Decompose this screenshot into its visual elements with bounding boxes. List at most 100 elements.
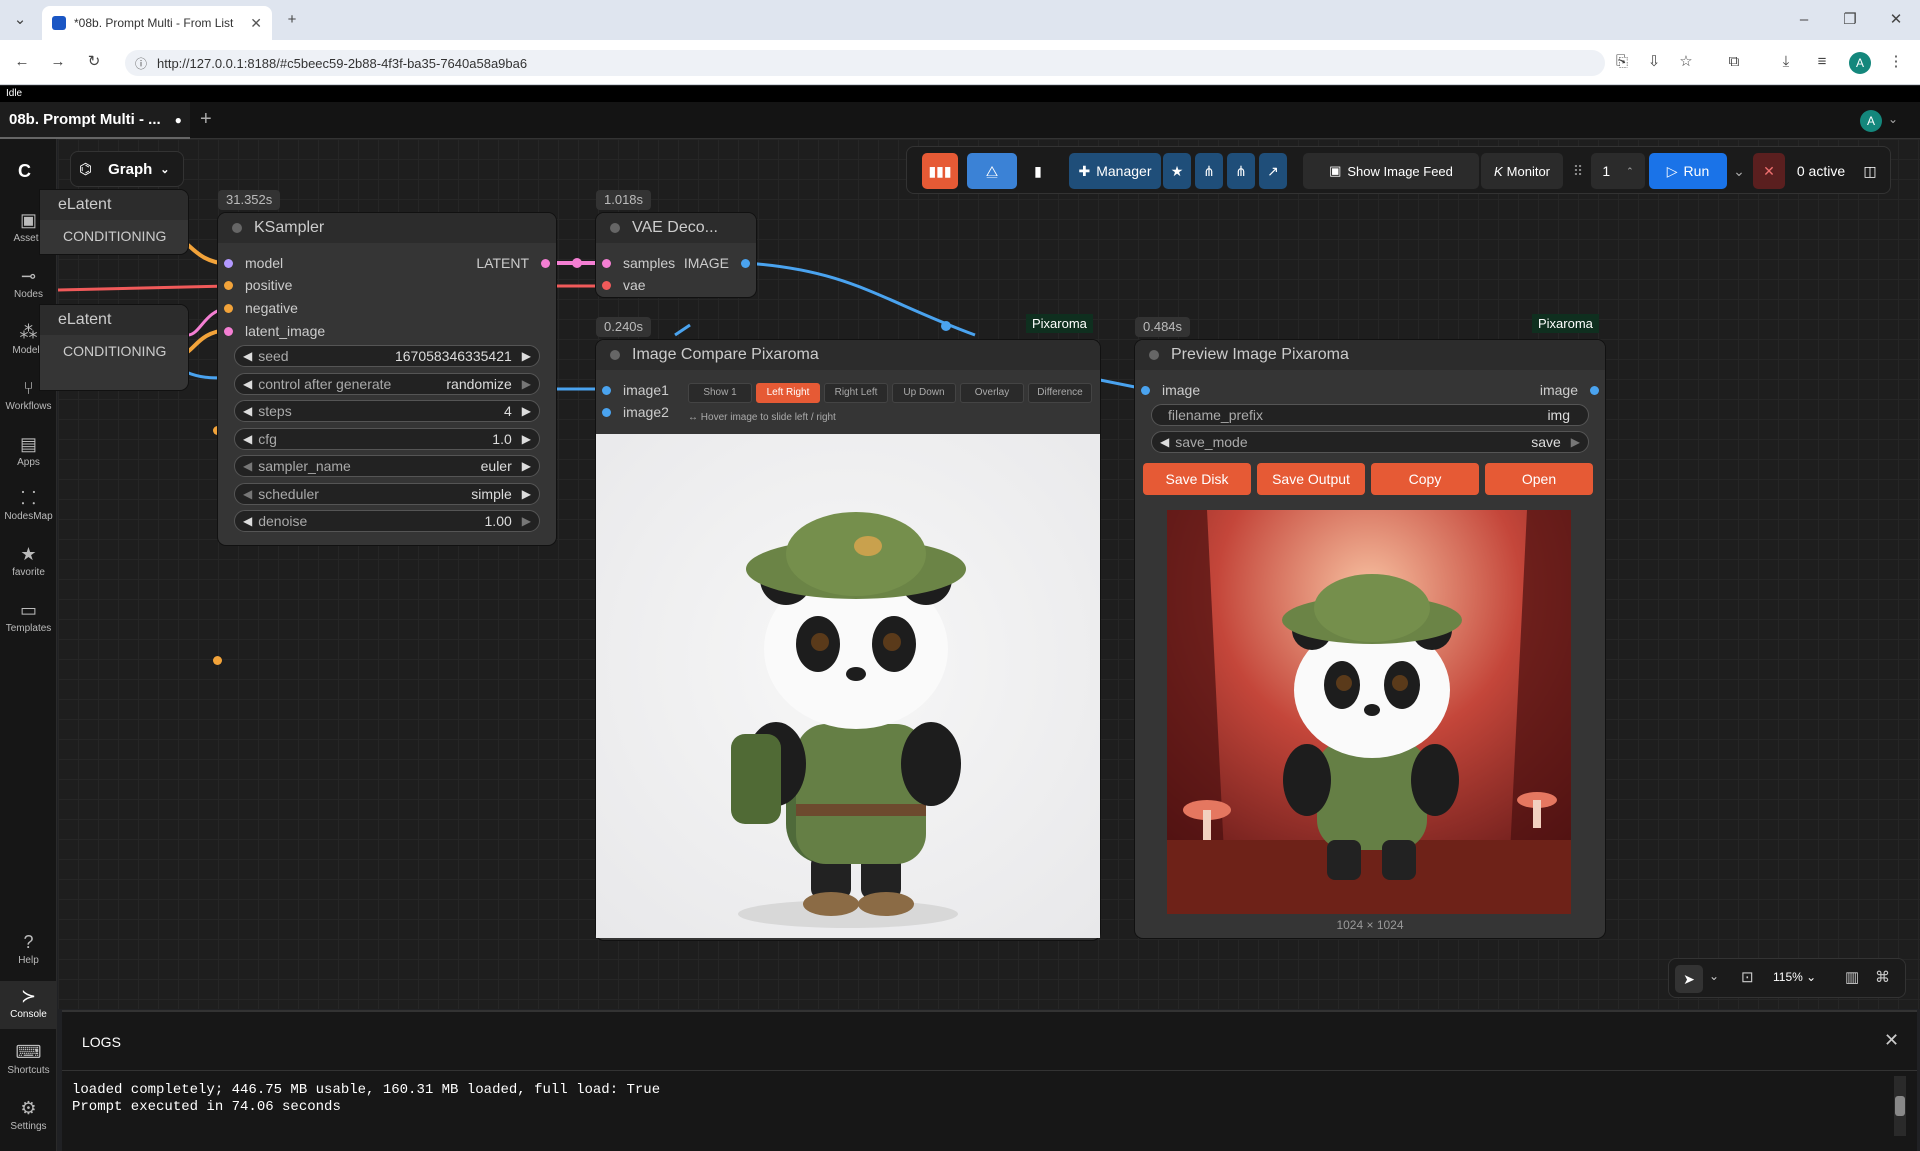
logs-title: LOGS (82, 1034, 121, 1050)
decrement-arrow-icon[interactable]: ◀ (243, 349, 252, 363)
share-b-button[interactable]: ⋔ (1227, 153, 1255, 189)
scrollbar-thumb[interactable] (1895, 1096, 1905, 1116)
triangle-logo-icon: ⧋ (985, 162, 999, 179)
cfg-widget[interactable]: ◀ cfg 1.0 ▶ (234, 428, 540, 450)
run-options-chevron-icon[interactable]: ⌄ (1729, 153, 1749, 189)
node-title[interactable]: KSampler (218, 213, 556, 243)
monitor-button[interactable]: K Monitor (1481, 153, 1563, 189)
mode-up-down-button[interactable]: Up Down (892, 383, 956, 403)
output-image[interactable]: IMAGE (684, 255, 750, 271)
queue-count-input[interactable]: 1 ⌃ (1591, 153, 1645, 189)
mode-right-left-button[interactable]: Right Left (824, 383, 888, 403)
increment-arrow-icon[interactable]: ▶ (522, 487, 531, 501)
increment-arrow-icon[interactable]: ▶ (522, 404, 531, 418)
sampler-name-widget[interactable]: ◀ sampler_name euler ▶ (234, 455, 540, 477)
open-button[interactable]: Open (1485, 463, 1593, 495)
increment-arrow-icon[interactable]: ▶ (522, 432, 531, 446)
logs-panel: LOGS ✕ loaded completely; 446.75 MB usab… (62, 1010, 1917, 1151)
control-after-generate-widget[interactable]: ◀ control after generate randomize ▶ (234, 373, 540, 395)
model-icon-button[interactable]: ⧋ (967, 153, 1017, 189)
input-image2[interactable]: image2 (602, 404, 669, 420)
conditioning-node-2[interactable]: eLatent CONDITIONING (40, 305, 222, 665)
node-title[interactable]: Image Compare Pixaroma (596, 340, 1100, 370)
star-button[interactable]: ★ (1163, 153, 1191, 189)
logs-scrollbar[interactable] (1894, 1076, 1906, 1136)
graph-mode-selector[interactable]: ⌬ Graph ⌄ (70, 151, 184, 187)
compare-image-area[interactable] (596, 434, 1100, 938)
decrement-arrow-icon[interactable]: ◀ (243, 487, 252, 501)
active-count[interactable]: 0 active (1789, 153, 1853, 189)
denoise-widget[interactable]: ◀ denoise 1.00 ▶ (234, 510, 540, 532)
fit-view-icon[interactable]: ⊡ (1741, 968, 1754, 986)
input-image[interactable]: image (1141, 382, 1200, 398)
tool-chevron-icon[interactable]: ⌄ (1709, 969, 1719, 983)
collapse-dot-icon[interactable] (232, 223, 242, 233)
manager-button[interactable]: ✚ Manager (1069, 153, 1161, 189)
save-output-button[interactable]: Save Output (1257, 463, 1365, 495)
share-button[interactable]: ↗ (1259, 153, 1287, 189)
input-latent-image[interactable]: latent_image (224, 323, 325, 339)
decrement-arrow-icon[interactable]: ◀ (243, 514, 252, 528)
decrement-arrow-icon[interactable]: ◀ (243, 377, 252, 391)
show-image-feed-button[interactable]: ▣ Show Image Feed (1303, 153, 1479, 189)
collapse-dot-icon[interactable] (610, 223, 620, 233)
run-button[interactable]: ▷ Run (1649, 153, 1727, 189)
execution-time-badge: 31.352s (218, 190, 281, 210)
increment-arrow-icon[interactable]: ▶ (522, 349, 531, 363)
pixaroma-icon-button[interactable]: ▮▮▮ (922, 153, 958, 189)
ksampler-node[interactable]: KSampler model positive negative latent_… (218, 213, 556, 545)
bookmark-button[interactable]: ▮ (1021, 153, 1055, 189)
zoom-level[interactable]: 115% ⌄ (1773, 970, 1816, 984)
decrement-arrow-icon[interactable]: ◀ (243, 459, 252, 473)
image-dimensions: 1024 × 1024 (1336, 918, 1404, 932)
conditioning-node-1[interactable]: eLatent CONDITIONING (40, 190, 222, 435)
minimap-icon[interactable]: ▥ (1845, 968, 1859, 986)
input-vae[interactable]: vae (602, 277, 646, 293)
share-a-button[interactable]: ⋔ (1195, 153, 1223, 189)
panel-toggle-button[interactable]: ◫ (1855, 153, 1885, 189)
increment-arrow-icon[interactable]: ▶ (1571, 435, 1580, 449)
node-title[interactable]: VAE Deco... (596, 213, 756, 243)
input-negative[interactable]: negative (224, 300, 298, 316)
mode-left-right-button[interactable]: Left Right (756, 383, 820, 403)
mode-overlay-button[interactable]: Overlay (960, 383, 1024, 403)
increment-arrow-icon[interactable]: ▶ (522, 377, 531, 391)
hide-links-icon[interactable]: ⌘ (1875, 968, 1890, 986)
close-logs-icon[interactable]: ✕ (1884, 1030, 1899, 1051)
stepper-icon[interactable]: ⌃ (1626, 166, 1634, 177)
decrement-arrow-icon[interactable]: ◀ (1160, 435, 1169, 449)
input-positive[interactable]: positive (224, 277, 292, 293)
image-compare-node[interactable]: Image Compare Pixaroma image1 image2 Sho… (596, 340, 1100, 940)
preview-image[interactable] (1167, 510, 1571, 914)
decrement-arrow-icon[interactable]: ◀ (243, 404, 252, 418)
mode-show1-button[interactable]: Show 1 (688, 383, 752, 403)
scheduler-widget[interactable]: ◀ scheduler simple ▶ (234, 483, 540, 505)
seed-widget[interactable]: ◀ seed 167058346335421 ▶ (234, 345, 540, 367)
select-tool-button[interactable]: ➤ (1675, 965, 1703, 993)
cancel-button[interactable]: ✕ (1753, 153, 1785, 189)
increment-arrow-icon[interactable]: ▶ (522, 514, 531, 528)
input-model[interactable]: model (224, 255, 283, 271)
node-title[interactable]: eLatent (40, 305, 188, 335)
output-image[interactable]: image (1540, 382, 1599, 398)
copy-button[interactable]: Copy (1371, 463, 1479, 495)
node-title[interactable]: eLatent (40, 190, 188, 220)
vae-decode-node[interactable]: VAE Deco... samples vae IMAGE (596, 213, 756, 297)
output-latent[interactable]: LATENT (476, 255, 550, 271)
steps-widget[interactable]: ◀ steps 4 ▶ (234, 400, 540, 422)
mode-difference-button[interactable]: Difference (1028, 383, 1092, 403)
node-title[interactable]: Preview Image Pixaroma (1135, 340, 1605, 370)
filename-prefix-widget[interactable]: filename_prefix img (1151, 404, 1589, 426)
increment-arrow-icon[interactable]: ▶ (522, 459, 531, 473)
conditioning-output-pin[interactable] (213, 656, 222, 665)
collapse-dot-icon[interactable] (1149, 350, 1159, 360)
monitor-k-icon: K (1493, 163, 1503, 179)
decrement-arrow-icon[interactable]: ◀ (243, 432, 252, 446)
save-disk-button[interactable]: Save Disk (1143, 463, 1251, 495)
drag-handle-icon[interactable]: ⠿ (1571, 153, 1585, 189)
input-image1[interactable]: image1 (602, 382, 669, 398)
save-mode-widget[interactable]: ◀ save_mode save ▶ (1151, 431, 1589, 453)
preview-image-node[interactable]: Preview Image Pixaroma image image filen… (1135, 340, 1605, 938)
input-samples[interactable]: samples (602, 255, 675, 271)
collapse-dot-icon[interactable] (610, 350, 620, 360)
